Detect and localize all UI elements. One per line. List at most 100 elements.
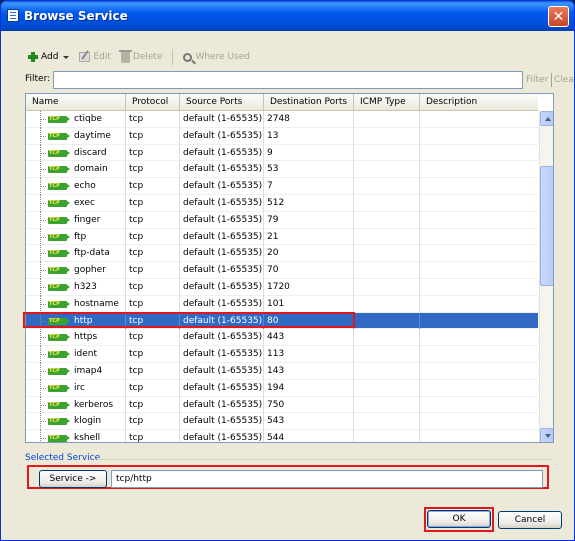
table-row[interactable]: TCP daytime tcp default (1-65535) 13: [26, 127, 538, 145]
add-button[interactable]: Add: [25, 48, 72, 66]
column-header-name[interactable]: Name: [26, 94, 126, 110]
tcp-service-icon: TCP: [48, 132, 70, 140]
table-row[interactable]: TCP domain tcp default (1-65535) 53: [26, 161, 538, 179]
icmp-type-cell: [354, 144, 420, 162]
tree-branch: [40, 119, 46, 120]
table-row[interactable]: TCP ctiqbe tcp default (1-65535) 2748: [26, 111, 538, 128]
destination-ports-cell: 70: [264, 262, 354, 279]
tcp-service-icon: TCP: [48, 199, 70, 207]
source-ports-cell: default (1-65535): [180, 379, 264, 397]
tree-branch: [40, 169, 46, 171]
source-ports-cell: default (1-65535): [180, 211, 264, 229]
tcp-service-icon: TCP: [48, 267, 70, 275]
table-row[interactable]: TCP finger tcp default (1-65535) 79: [26, 211, 538, 229]
filter-input[interactable]: [53, 71, 523, 89]
service-name: kerberos: [74, 399, 114, 410]
name-cell: TCP kerberos: [26, 396, 126, 414]
table-row[interactable]: TCP discard tcp default (1-65535) 9: [26, 144, 538, 162]
edit-icon: [79, 52, 91, 62]
destination-ports-cell: 13: [264, 127, 354, 145]
table-row[interactable]: TCP ftp tcp default (1-65535) 21: [26, 228, 538, 246]
name-cell: TCP finger: [26, 211, 126, 229]
table-row[interactable]: TCP imap4 tcp default (1-65535) 143: [26, 362, 538, 380]
icmp-type-cell: [354, 228, 420, 246]
delete-button[interactable]: Delete: [118, 48, 166, 66]
table-row[interactable]: TCP ident tcp default (1-65535) 113: [26, 346, 538, 363]
description-cell: [420, 178, 538, 195]
tree-branch: [40, 236, 46, 238]
name-cell: TCP https: [26, 329, 126, 347]
source-ports-cell: default (1-65535): [180, 396, 264, 414]
tcp-service-icon: TCP: [48, 351, 70, 359]
destination-ports-cell: 543: [264, 413, 354, 431]
toolbar-divider: [172, 49, 174, 65]
protocol-cell: tcp: [126, 127, 180, 145]
column-header-description[interactable]: Description: [420, 94, 538, 110]
protocol-cell: tcp: [126, 194, 180, 212]
icmp-type-cell: [354, 262, 420, 279]
service-name: ident: [74, 349, 97, 360]
edit-button[interactable]: Edit: [76, 48, 113, 66]
close-button[interactable]: ✕: [548, 6, 569, 27]
name-cell: TCP exec: [26, 194, 126, 212]
service-name: hostname: [74, 298, 119, 309]
source-ports-cell: default (1-65535): [180, 346, 264, 363]
filter-button[interactable]: Filter: [526, 73, 548, 87]
table-row[interactable]: TCP kshell tcp default (1-65535) 544: [26, 430, 538, 442]
cancel-button[interactable]: Cancel: [498, 511, 562, 529]
service-name: http: [74, 315, 93, 326]
protocol-cell: tcp: [126, 228, 180, 246]
icmp-type-cell: [354, 111, 420, 128]
tree-branch: [40, 404, 46, 406]
tcp-service-icon: TCP: [48, 401, 70, 409]
table-row[interactable]: TCP hostname tcp default (1-65535) 101: [26, 295, 538, 313]
selected-service-highlight: Service -> tcp/http: [27, 465, 549, 489]
table-row[interactable]: TCP kerberos tcp default (1-65535) 750: [26, 396, 538, 414]
column-header-protocol[interactable]: Protocol: [126, 94, 180, 110]
title-bar[interactable]: Browse Service ✕: [1, 1, 574, 31]
tcp-service-icon: TCP: [48, 317, 70, 325]
table-row[interactable]: TCP http tcp default (1-65535) 80: [26, 312, 538, 330]
tree-branch: [40, 320, 46, 322]
column-header-source-ports[interactable]: Source Ports: [180, 94, 264, 110]
tree-branch: [40, 303, 46, 305]
column-header-icmp-type[interactable]: ICMP Type: [354, 94, 420, 110]
source-ports-cell: default (1-65535): [180, 362, 264, 380]
table-row[interactable]: TCP https tcp default (1-65535) 443: [26, 329, 538, 347]
scroll-thumb[interactable]: [540, 166, 553, 286]
toolbar: Add Edit Delete Where Used: [25, 47, 253, 67]
table-row[interactable]: TCP echo tcp default (1-65535) 7: [26, 178, 538, 195]
table-row[interactable]: TCP klogin tcp default (1-65535) 543: [26, 413, 538, 431]
protocol-cell: tcp: [126, 245, 180, 263]
service-name: ftp: [74, 231, 87, 242]
source-ports-cell: default (1-65535): [180, 295, 264, 313]
scroll-up-button[interactable]: [540, 111, 553, 126]
table-row[interactable]: TCP ftp-data tcp default (1-65535) 20: [26, 245, 538, 263]
service-name: ftp-data: [74, 248, 110, 259]
table-row[interactable]: TCP exec tcp default (1-65535) 512: [26, 194, 538, 212]
destination-ports-cell: 113: [264, 346, 354, 363]
protocol-cell: tcp: [126, 144, 180, 162]
scroll-down-button[interactable]: [540, 428, 553, 442]
vertical-scrollbar[interactable]: [539, 111, 553, 442]
destination-ports-cell: 1720: [264, 278, 354, 296]
source-ports-cell: default (1-65535): [180, 245, 264, 263]
service-button[interactable]: Service ->: [39, 470, 107, 488]
tcp-service-icon: TCP: [48, 283, 70, 291]
clear-button[interactable]: Clear: [551, 73, 574, 87]
tree-branch: [40, 219, 46, 221]
table-row[interactable]: TCP h323 tcp default (1-65535) 1720: [26, 278, 538, 296]
destination-ports-cell: 101: [264, 295, 354, 313]
ok-button[interactable]: OK: [427, 510, 491, 528]
where-used-button[interactable]: Where Used: [180, 48, 253, 66]
selected-service-field[interactable]: tcp/http: [111, 470, 543, 488]
table-row[interactable]: TCP gopher tcp default (1-65535) 70: [26, 262, 538, 279]
source-ports-cell: default (1-65535): [180, 127, 264, 145]
source-ports-cell: default (1-65535): [180, 430, 264, 442]
chevron-down-icon[interactable]: [63, 55, 70, 59]
tree-branch: [40, 387, 46, 389]
table-row[interactable]: TCP irc tcp default (1-65535) 194: [26, 379, 538, 397]
service-name: gopher: [74, 265, 106, 276]
tree-branch: [40, 253, 46, 255]
column-header-destination-ports[interactable]: Destination Ports: [264, 94, 354, 110]
